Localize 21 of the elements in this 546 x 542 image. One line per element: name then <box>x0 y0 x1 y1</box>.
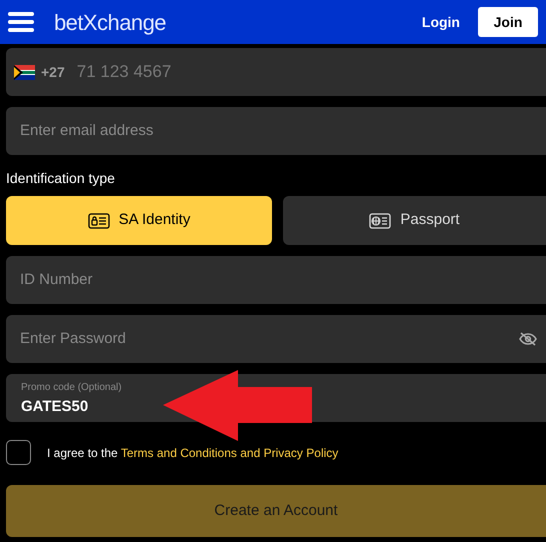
input-field[interactable]: +27 71 123 4567 <box>6 48 546 96</box>
country-code: +27 <box>41 62 65 82</box>
input-field[interactable]: Enter Password <box>6 315 546 363</box>
hidden-eye-icon[interactable] <box>519 332 537 346</box>
flag-icon <box>14 64 35 80</box>
globe-card-icon <box>369 212 392 228</box>
agreement-text: I agree to the Terms and Conditions and Privacy Policy <box>47 444 338 462</box>
id-type-tab[interactable]: SA Identity <box>6 196 272 245</box>
menu-icon[interactable] <box>8 12 34 32</box>
login-link[interactable]: Login <box>422 12 460 32</box>
input-field[interactable]: Enter email address <box>6 107 546 155</box>
field-label: Promo code (Optional) <box>21 382 123 394</box>
terms-link[interactable]: Terms and Conditions and Privacy Policy <box>120 446 338 460</box>
join-button[interactable]: Join <box>478 7 538 37</box>
field-value: GATES50 <box>21 398 90 414</box>
input-field[interactable]: ID Number <box>6 256 546 304</box>
id-type-tab[interactable]: Passport <box>283 196 546 245</box>
section-label: Identification type <box>6 169 116 185</box>
checkbox[interactable] <box>6 440 31 465</box>
id-card-icon <box>88 212 110 228</box>
logo: betXchange <box>54 8 166 37</box>
